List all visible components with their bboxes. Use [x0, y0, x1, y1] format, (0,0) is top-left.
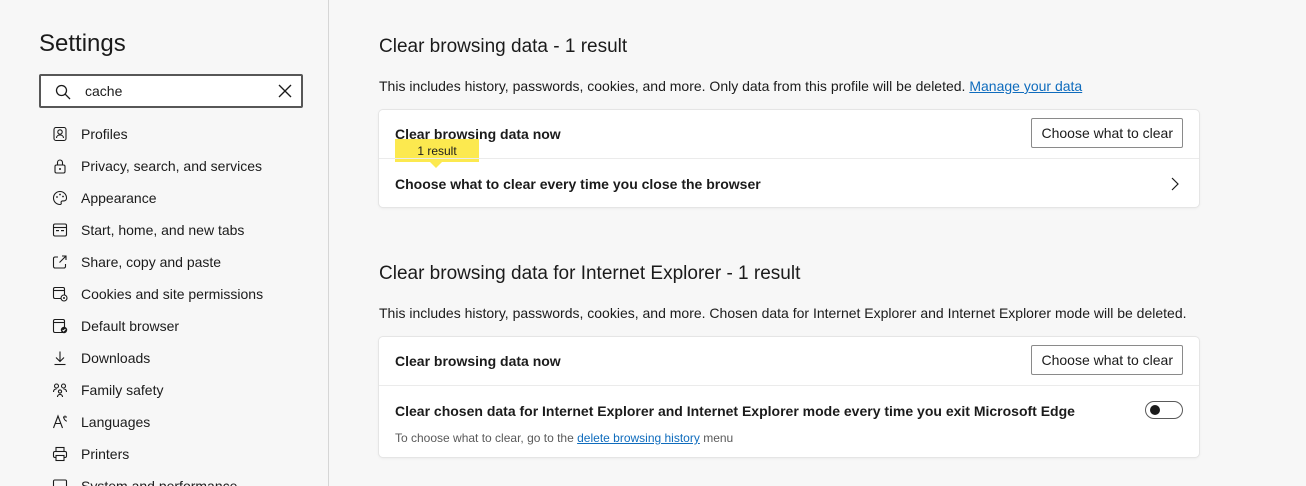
sidebar-item-printers[interactable]: Printers	[0, 438, 328, 470]
clear-browsing-data-now-row: Clear browsing data now Choose what to c…	[379, 110, 1199, 168]
toggle-knob	[1150, 405, 1160, 415]
ie-clear-browsing-data-now-label: Clear browsing data now	[395, 353, 561, 369]
section-description: This includes history, passwords, cookie…	[379, 305, 1187, 321]
sidebar-item-label: Family safety	[81, 382, 164, 398]
ie-clear-subtext: To choose what to clear, go to the delet…	[395, 431, 733, 445]
sidebar-item-label: Default browser	[81, 318, 180, 334]
sidebar-item-default-browser[interactable]: Default browser	[0, 310, 328, 342]
sidebar-item-label: Privacy, search, and services	[81, 158, 263, 174]
choose-what-to-clear-button[interactable]: Choose what to clear	[1031, 118, 1183, 148]
sidebar-item-downloads[interactable]: Downloads	[0, 342, 328, 374]
ie-clear-on-exit-row: Clear chosen data for Internet Explorer …	[379, 385, 1199, 457]
section-title-clear-browsing-data: Clear browsing data - 1 result	[379, 36, 628, 57]
palette-icon	[52, 190, 68, 206]
sidebar-item-languages[interactable]: Languages	[0, 406, 328, 438]
delete-browsing-history-link[interactable]: delete browsing history	[577, 431, 700, 445]
settings-sidebar: Settings Profiles Privacy, search, and s…	[0, 0, 329, 486]
internet-explorer-card: Clear browsing data now Choose what to c…	[379, 337, 1199, 457]
ie-choose-what-to-clear-button[interactable]: Choose what to clear	[1031, 345, 1183, 375]
sidebar-item-cookies[interactable]: Cookies and site permissions	[0, 278, 328, 310]
sidebar-item-family-safety[interactable]: Family safety	[0, 374, 328, 406]
sidebar-item-label: System and performance	[81, 478, 238, 486]
search-icon	[55, 84, 71, 100]
clear-on-close-label: Choose what to clear every time you clos…	[395, 176, 761, 192]
sidebar-item-privacy[interactable]: Privacy, search, and services	[0, 150, 328, 182]
sidebar-nav: Profiles Privacy, search, and services A…	[0, 118, 328, 486]
search-box[interactable]	[39, 74, 303, 108]
sidebar-item-appearance[interactable]: Appearance	[0, 182, 328, 214]
sidebar-item-profiles[interactable]: Profiles	[0, 118, 328, 150]
language-icon	[52, 414, 68, 430]
sidebar-item-label: Cookies and site permissions	[81, 286, 264, 302]
system-icon	[52, 478, 68, 486]
ie-clear-on-exit-label: Clear chosen data for Internet Explorer …	[395, 403, 1075, 419]
sidebar-item-label: Share, copy and paste	[81, 254, 222, 270]
lock-icon	[52, 158, 68, 174]
sidebar-item-system[interactable]: System and performance	[0, 470, 328, 486]
clear-browsing-data-card: Clear browsing data now Choose what to c…	[379, 110, 1199, 207]
printer-icon	[52, 446, 68, 462]
section-title-internet-explorer: Clear browsing data for Internet Explore…	[379, 263, 801, 284]
sidebar-item-label: Profiles	[81, 126, 128, 142]
sidebar-item-label: Downloads	[81, 350, 151, 366]
section-description: This includes history, passwords, cookie…	[379, 78, 1082, 94]
share-icon	[52, 254, 68, 270]
download-icon	[52, 350, 68, 366]
clear-search-icon[interactable]	[277, 83, 293, 99]
sidebar-item-label: Appearance	[81, 190, 157, 206]
cookies-icon	[52, 286, 68, 302]
sidebar-item-start-home[interactable]: Start, home, and new tabs	[0, 214, 328, 246]
manage-your-data-link[interactable]: Manage your data	[969, 78, 1082, 94]
sidebar-item-label: Languages	[81, 414, 151, 430]
subtext-suffix: menu	[703, 431, 734, 445]
description-text: This includes history, passwords, cookie…	[379, 78, 966, 94]
search-input[interactable]	[85, 76, 265, 106]
home-tabs-icon	[52, 222, 68, 238]
main-content: Clear browsing data - 1 result This incl…	[329, 0, 1306, 486]
chevron-right-icon[interactable]	[1169, 177, 1181, 191]
subtext-prefix: To choose what to clear, go to the	[395, 431, 574, 445]
browser-icon	[52, 318, 68, 334]
ie-clear-on-exit-toggle[interactable]	[1145, 401, 1183, 419]
sidebar-item-label: Start, home, and new tabs	[81, 222, 245, 238]
sidebar-item-label: Printers	[81, 446, 130, 462]
profile-icon	[52, 126, 68, 142]
sidebar-item-share[interactable]: Share, copy and paste	[0, 246, 328, 278]
clear-on-close-row[interactable]: Choose what to clear every time you clos…	[379, 158, 1199, 207]
ie-clear-browsing-data-now-row: Clear browsing data now Choose what to c…	[379, 337, 1199, 385]
family-icon	[52, 382, 68, 398]
sidebar-title: Settings	[39, 30, 126, 57]
